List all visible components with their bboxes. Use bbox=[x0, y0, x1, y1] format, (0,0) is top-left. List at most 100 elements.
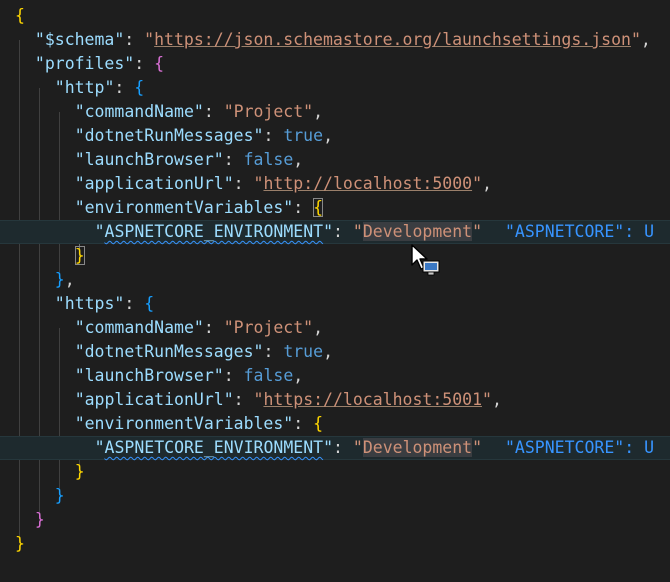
code-editor[interactable]: {"$schema": "https://json.schemastore.or… bbox=[0, 0, 670, 582]
code-text: "launchBrowser": false, bbox=[75, 148, 304, 172]
code-line-profiles-close[interactable]: } bbox=[0, 508, 670, 532]
code-token: " bbox=[472, 174, 483, 193]
code-token: { bbox=[144, 294, 155, 313]
code-line-https-aspnetcore-env[interactable]: "ASPNETCORE_ENVIRONMENT": "Development" "… bbox=[0, 436, 670, 460]
code-text: } bbox=[35, 508, 45, 532]
code-text: } bbox=[75, 460, 85, 484]
code-token: "commandName" bbox=[74, 318, 204, 337]
code-text: "environmentVariables": { bbox=[75, 412, 323, 436]
code-text: } bbox=[74, 244, 85, 268]
code-line-https-close[interactable]: } bbox=[0, 484, 670, 508]
code-text: "$schema": "https://json.schemastore.org… bbox=[35, 28, 651, 52]
code-line-http-launchBrowser[interactable]: "launchBrowser": false, bbox=[0, 148, 670, 172]
code-token: : bbox=[203, 318, 224, 337]
code-line-https-applicationUrl[interactable]: "applicationUrl": "https://localhost:500… bbox=[0, 388, 670, 412]
code-line-https-environmentVariables[interactable]: "environmentVariables": { bbox=[0, 412, 670, 436]
code-token: ASPNETCORE_ENVIRONMENT bbox=[104, 438, 324, 457]
code-token: : bbox=[134, 54, 155, 73]
code-token: https://json.schemastore.org/launchsetti… bbox=[154, 30, 631, 49]
code-token: " bbox=[472, 222, 483, 241]
code-line-http-commandName[interactable]: "commandName": "Project", bbox=[0, 100, 670, 124]
code-token: { bbox=[15, 6, 25, 25]
code-token: } bbox=[74, 462, 85, 481]
code-token: , bbox=[482, 174, 492, 193]
code-token: { bbox=[313, 198, 324, 217]
code-token: , bbox=[293, 366, 304, 385]
code-token: " bbox=[630, 30, 641, 49]
code-line-schema[interactable]: "$schema": "https://json.schemastore.org… bbox=[0, 28, 670, 52]
code-token: "dotnetRunMessages" bbox=[74, 342, 264, 361]
code-token: "https" bbox=[54, 294, 125, 313]
code-text: "launchBrowser": false, bbox=[75, 364, 304, 388]
code-text: { bbox=[15, 4, 25, 28]
code-token: : bbox=[203, 102, 224, 121]
code-token: " bbox=[352, 222, 363, 241]
code-token: { bbox=[154, 54, 165, 73]
code-token: false bbox=[243, 150, 294, 169]
code-token: " bbox=[352, 438, 363, 457]
code-token: ASPNETCORE_ENVIRONMENT bbox=[104, 222, 324, 241]
code-token: , bbox=[491, 390, 502, 409]
code-token: " bbox=[323, 222, 334, 241]
code-token: : bbox=[124, 294, 145, 313]
code-token: Development bbox=[362, 438, 473, 457]
code-line-https-dotnetRunMessages[interactable]: "dotnetRunMessages": true, bbox=[0, 340, 670, 364]
code-token: " bbox=[253, 174, 264, 193]
code-token: , bbox=[323, 126, 333, 145]
code-token: : bbox=[263, 126, 284, 145]
code-token: "launchBrowser" bbox=[74, 150, 224, 169]
code-line-http-applicationUrl[interactable]: "applicationUrl": "http://localhost:5000… bbox=[0, 172, 670, 196]
code-text: "environmentVariables": { bbox=[75, 196, 324, 220]
code-token: } bbox=[54, 486, 65, 505]
code-token: : bbox=[124, 30, 145, 49]
code-text: "applicationUrl": "https://localhost:500… bbox=[75, 388, 502, 412]
code-token: " bbox=[253, 390, 264, 409]
code-text: "applicationUrl": "http://localhost:5000… bbox=[75, 172, 492, 196]
code-token: " bbox=[94, 222, 105, 241]
code-line-http[interactable]: "http": { bbox=[0, 76, 670, 100]
code-token: } bbox=[54, 270, 65, 289]
code-line-https-commandName[interactable]: "commandName": "Project", bbox=[0, 316, 670, 340]
code-line-http-env-close[interactable]: } bbox=[0, 244, 670, 268]
code-text: } bbox=[55, 484, 65, 508]
code-line-http-environmentVariables[interactable]: "environmentVariables": { bbox=[0, 196, 670, 220]
code-line-http-aspnetcore-env[interactable]: "ASPNETCORE_ENVIRONMENT": "Development" "… bbox=[0, 220, 670, 244]
code-token: : bbox=[233, 174, 254, 193]
code-text: "ASPNETCORE_ENVIRONMENT": "Development" bbox=[95, 221, 482, 243]
code-token: http://localhost:5000 bbox=[263, 174, 473, 193]
code-token: https://localhost:5001 bbox=[263, 390, 482, 409]
ghost-suggestion-text: "ASPNETCORE": U bbox=[505, 222, 655, 241]
code-token: " bbox=[94, 438, 105, 457]
code-token: " bbox=[472, 438, 483, 457]
code-token: "$schema" bbox=[34, 30, 125, 49]
code-line-close-root[interactable]: } bbox=[0, 532, 670, 556]
code-token: "environmentVariables" bbox=[74, 414, 294, 433]
code-line-profiles[interactable]: "profiles": { bbox=[0, 52, 670, 76]
code-token: " bbox=[323, 438, 334, 457]
code-text: "dotnetRunMessages": true, bbox=[75, 340, 333, 364]
code-text: "commandName": "Project", bbox=[75, 100, 323, 124]
code-token: " bbox=[144, 30, 155, 49]
code-line-http-close[interactable]: }, bbox=[0, 268, 670, 292]
code-token: "commandName" bbox=[74, 102, 204, 121]
code-token: true bbox=[283, 342, 324, 361]
code-token: : bbox=[223, 366, 244, 385]
code-token: "applicationUrl" bbox=[74, 390, 234, 409]
code-token: : bbox=[114, 78, 135, 97]
code-line-http-dotnetRunMessages[interactable]: "dotnetRunMessages": true, bbox=[0, 124, 670, 148]
code-token: "profiles" bbox=[34, 54, 135, 73]
code-line-https[interactable]: "https": { bbox=[0, 292, 670, 316]
code-token: " bbox=[482, 390, 492, 409]
code-text: "https": { bbox=[55, 292, 154, 316]
code-token: : bbox=[223, 150, 244, 169]
code-line-open-root[interactable]: { bbox=[0, 4, 670, 28]
code-token: "launchBrowser" bbox=[74, 366, 224, 385]
code-token: : bbox=[333, 438, 353, 457]
ghost-suggestion-text: "ASPNETCORE": U bbox=[505, 438, 655, 457]
code-line-https-launchBrowser[interactable]: "launchBrowser": false, bbox=[0, 364, 670, 388]
code-token: } bbox=[74, 246, 85, 265]
code-line-https-env-close[interactable]: } bbox=[0, 460, 670, 484]
mouse-pointer-drag-icon bbox=[411, 244, 440, 276]
code-token: } bbox=[34, 510, 45, 529]
code-text: "commandName": "Project", bbox=[75, 316, 323, 340]
